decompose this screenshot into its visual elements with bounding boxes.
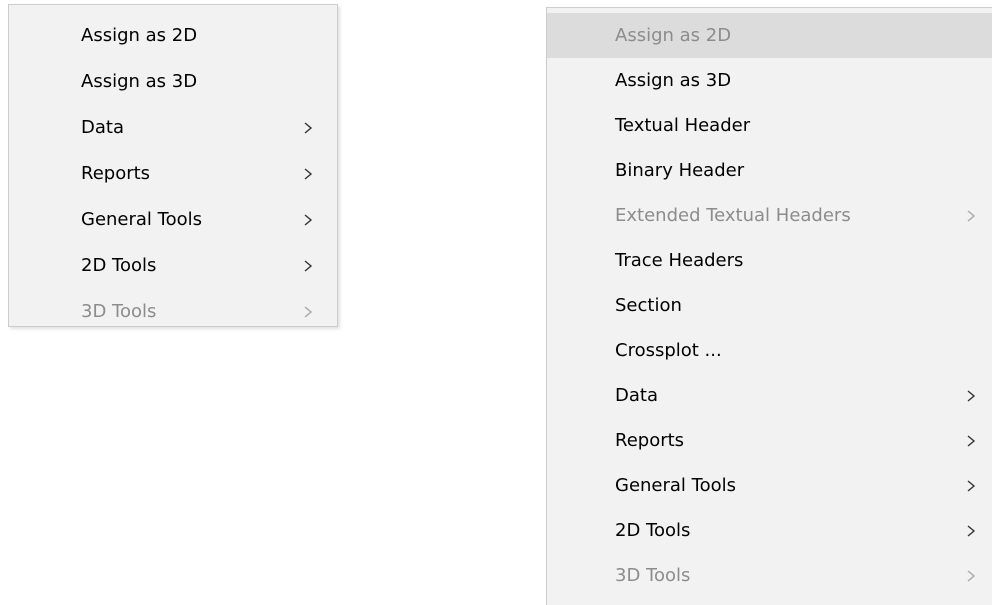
menu-item-trace-headers[interactable]: Trace Headers [547, 238, 992, 283]
menu-item-extended-textual-headers: Extended Textual Headers [547, 193, 992, 238]
chevron-right-icon [301, 105, 315, 151]
context-menu-left: Assign as 2D Assign as 3D Data Reports G… [8, 4, 338, 327]
menu-item-2d-tools[interactable]: 2D Tools [9, 243, 337, 289]
chevron-right-icon [964, 373, 978, 418]
menu-item-reports[interactable]: Reports [9, 151, 337, 197]
menu-item-crossplot[interactable]: Crossplot ... [547, 328, 992, 373]
menu-item-label: Binary Header [615, 160, 745, 181]
chevron-right-icon [301, 289, 315, 335]
menu-item-label: General Tools [615, 475, 736, 496]
menu-item-label: 3D Tools [81, 301, 157, 322]
chevron-right-icon [964, 463, 978, 508]
menu-item-3d-tools: 3D Tools [9, 289, 337, 335]
chevron-right-icon [301, 243, 315, 289]
menu-item-label: Assign as 2D [81, 25, 198, 46]
chevron-right-icon [964, 418, 978, 463]
menu-item-label: Textual Header [615, 115, 751, 136]
menu-item-label: Assign as 2D [615, 25, 732, 46]
menu-item-label: Reports [81, 163, 151, 184]
menu-item-label: 3D Tools [615, 565, 691, 586]
menu-item-data[interactable]: Data [547, 373, 992, 418]
menu-item-label: General Tools [81, 209, 202, 230]
menu-item-data[interactable]: Data [9, 105, 337, 151]
menu-item-label: Section [615, 295, 682, 316]
menu-item-label: Assign as 3D [615, 70, 732, 91]
chevron-right-icon [964, 508, 978, 553]
chevron-right-icon [964, 193, 978, 238]
chevron-right-icon [964, 553, 978, 598]
menu-item-textual-header[interactable]: Textual Header [547, 103, 992, 148]
menu-item-label: 2D Tools [81, 255, 157, 276]
menu-item-general-tools[interactable]: General Tools [9, 197, 337, 243]
menu-item-assign-3d[interactable]: Assign as 3D [547, 58, 992, 103]
menu-item-assign-2d: Assign as 2D [547, 13, 992, 58]
menu-item-label: Data [81, 117, 124, 138]
menu-item-3d-tools: 3D Tools [547, 553, 992, 598]
menu-item-label: Extended Textual Headers [615, 205, 851, 226]
menu-item-reports[interactable]: Reports [547, 418, 992, 463]
menu-item-label: Reports [615, 430, 685, 451]
menu-item-binary-header[interactable]: Binary Header [547, 148, 992, 193]
chevron-right-icon [301, 197, 315, 243]
menu-item-label: Data [615, 385, 658, 406]
chevron-right-icon [301, 151, 315, 197]
menu-item-section[interactable]: Section [547, 283, 992, 328]
menu-item-label: Assign as 3D [81, 71, 198, 92]
menu-item-assign-3d[interactable]: Assign as 3D [9, 59, 337, 105]
menu-item-general-tools[interactable]: General Tools [547, 463, 992, 508]
menu-item-label: 2D Tools [615, 520, 691, 541]
menu-item-label: Crossplot ... [615, 340, 722, 361]
menu-item-label: Trace Headers [615, 250, 744, 271]
menu-item-2d-tools[interactable]: 2D Tools [547, 508, 992, 553]
context-menu-right: Assign as 2D Assign as 3D Textual Header… [546, 7, 992, 605]
menu-item-assign-2d[interactable]: Assign as 2D [9, 13, 337, 59]
